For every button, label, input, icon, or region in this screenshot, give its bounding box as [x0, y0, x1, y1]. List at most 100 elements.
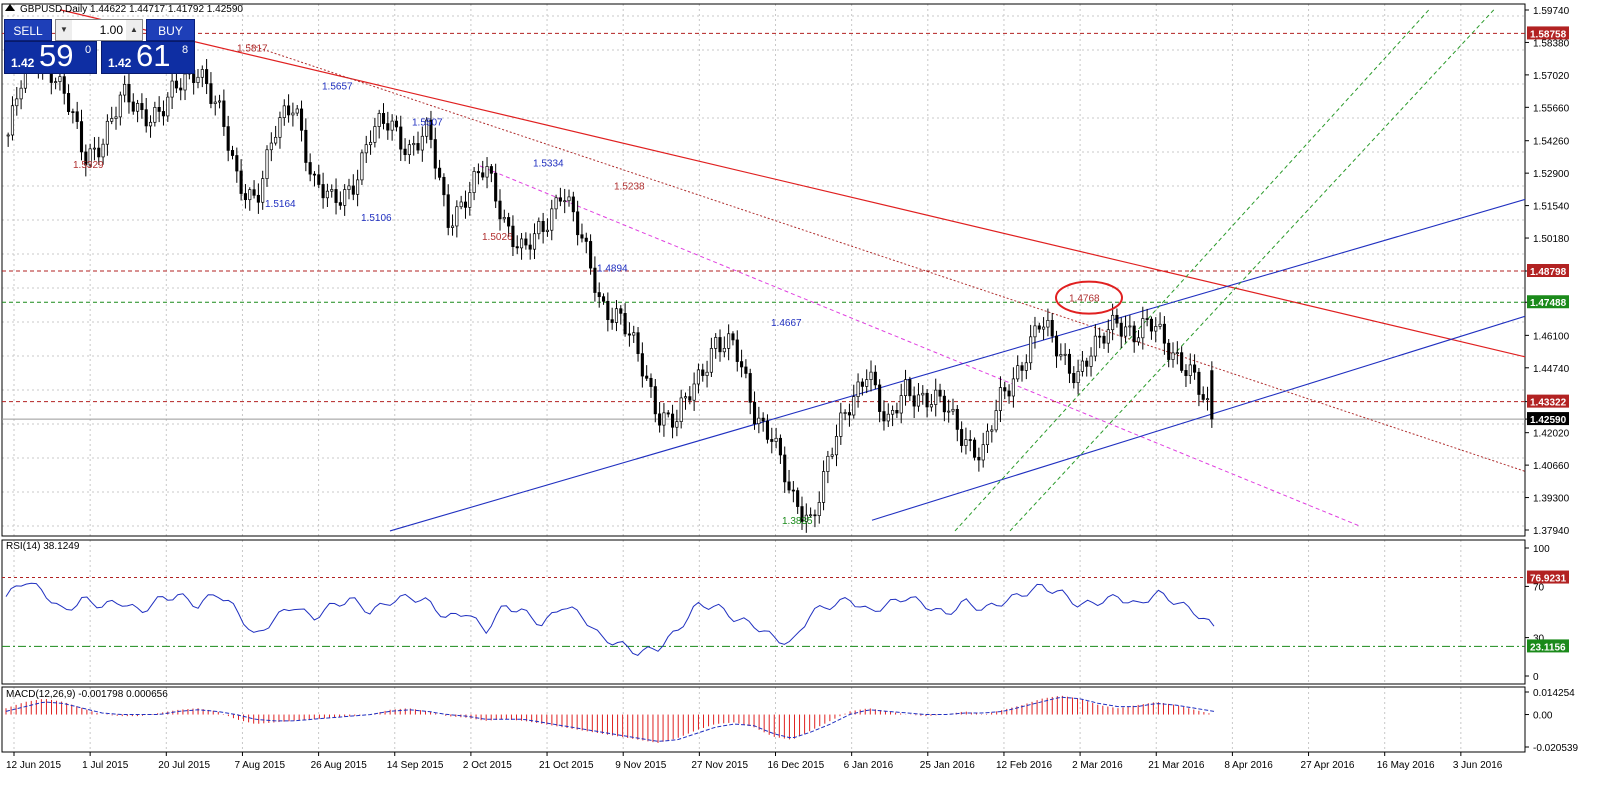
candle-body: [455, 206, 459, 227]
price-annotations: 1.5817 1.5657 1.5507 1.5334 1.5238 1.5329 1.51…: [73, 43, 1100, 527]
candle-body: [269, 142, 273, 151]
candle-body: [334, 189, 338, 203]
panel-frames: [1, 3, 1526, 753]
candle-body: [580, 234, 584, 239]
candle-body: [15, 98, 19, 107]
price-tag-label: 1.48798: [1530, 267, 1567, 278]
candle-body: [1042, 326, 1046, 330]
candle-body: [494, 172, 498, 202]
candle-body: [878, 384, 882, 412]
candle-body: [157, 107, 161, 112]
candle-body: [770, 439, 774, 442]
candle-body: [62, 76, 66, 94]
time-tick-label: 21 Mar 2016: [1148, 760, 1205, 771]
candle-body: [442, 176, 446, 196]
candle-body: [990, 429, 994, 432]
chart-header: GBPUSD,Daily 1.44622 1.44717 1.41792 1.4…: [20, 4, 243, 15]
price-annotation: 1.5238: [614, 182, 645, 193]
candle-body: [459, 201, 463, 208]
candle-body: [834, 436, 839, 456]
candle-body: [1149, 318, 1153, 332]
buy-price-button[interactable]: 1.42 61 8: [101, 38, 195, 74]
candle-body: [1201, 394, 1205, 400]
candle-body: [1054, 335, 1059, 357]
price-tick-label: 1.42020: [1533, 429, 1570, 440]
candle-body: [589, 241, 593, 269]
candle-body: [765, 420, 770, 440]
panel-frame-1: [1, 539, 1526, 685]
candle-body: [973, 439, 977, 458]
candle-body: [761, 417, 765, 422]
candle-body: [230, 150, 235, 156]
candle-body: [895, 409, 899, 414]
candle-body: [727, 333, 731, 349]
candle-body: [67, 93, 71, 112]
candle-body: [748, 373, 752, 403]
candle-body: [153, 107, 157, 123]
candle-body: [356, 179, 360, 195]
candle-body: [576, 211, 580, 236]
rsi-level-label: 76.9231: [1530, 574, 1567, 585]
candle-body: [1046, 319, 1050, 328]
candle-body: [1175, 352, 1179, 354]
price-tick-label: 1.46100: [1533, 331, 1570, 342]
sell-price-prefix: 1.42: [11, 56, 35, 70]
candle-body: [524, 238, 528, 246]
candle-body: [1085, 360, 1089, 367]
candle-body: [1011, 378, 1015, 397]
panel-frame-2: [1, 686, 1526, 753]
candle-body: [614, 308, 619, 323]
candle-body: [632, 332, 636, 336]
candle-body: [796, 490, 800, 507]
candle-body: [731, 333, 735, 341]
candle-body: [645, 375, 649, 379]
candle-body: [683, 396, 688, 399]
candle-body: [783, 454, 787, 483]
candle-body: [205, 69, 209, 84]
candle-body: [407, 144, 411, 156]
one-click-trading-panel: SELL ▼ 1.00 ▲ BUY 1.42 59 0 1.42 61 8: [4, 19, 195, 74]
lot-increase-icon[interactable]: ▲: [126, 20, 142, 40]
candle-body: [71, 111, 75, 113]
chart-canvas: 1.5817 1.5657 1.5507 1.5334 1.5238 1.5329 1.51…: [1, 3, 1578, 771]
candle-body: [321, 184, 325, 199]
candle-body: [929, 404, 933, 408]
lot-size-input[interactable]: 1.00: [72, 20, 126, 40]
candle-body: [6, 134, 10, 137]
candle-body: [1162, 323, 1166, 344]
candle-body: [520, 238, 524, 249]
candle-body: [502, 217, 506, 220]
lot-decrease-icon[interactable]: ▼: [56, 20, 72, 40]
time-tick-label: 6 Jan 2016: [844, 760, 894, 771]
candle-body: [571, 196, 575, 213]
buy-price-pips: 61: [136, 38, 171, 73]
candle-body: [252, 189, 256, 196]
candle-body: [515, 246, 519, 249]
candle-body: [619, 308, 623, 314]
sell-price-button[interactable]: 1.42 59 0: [4, 38, 97, 74]
price-annotation: 1.3835: [782, 516, 813, 527]
price-annotation: 1.4667: [771, 318, 802, 329]
candlesticks: [6, 40, 1214, 533]
candle-body: [718, 337, 722, 353]
candle-body: [369, 141, 373, 146]
candle-body: [75, 111, 79, 122]
candle-body: [554, 197, 558, 210]
candle-body: [852, 396, 856, 416]
candle-body: [968, 439, 972, 441]
candle-body: [222, 100, 226, 127]
price-tag-label: 1.47488: [1530, 298, 1567, 309]
price-annotation: 1.4768: [1069, 294, 1100, 305]
candle-body: [1033, 325, 1037, 338]
candle-body: [1180, 352, 1184, 371]
candle-body: [869, 371, 873, 380]
candle-body: [1076, 371, 1080, 384]
candle-body: [256, 194, 260, 203]
lower-blue-line: [871, 315, 1526, 521]
candle-body: [1093, 335, 1097, 357]
candle-body: [213, 101, 217, 104]
candle-body: [97, 147, 101, 158]
price-tick-label: 1.39300: [1533, 494, 1570, 505]
candle-body: [312, 173, 317, 176]
candle-body: [563, 200, 567, 203]
